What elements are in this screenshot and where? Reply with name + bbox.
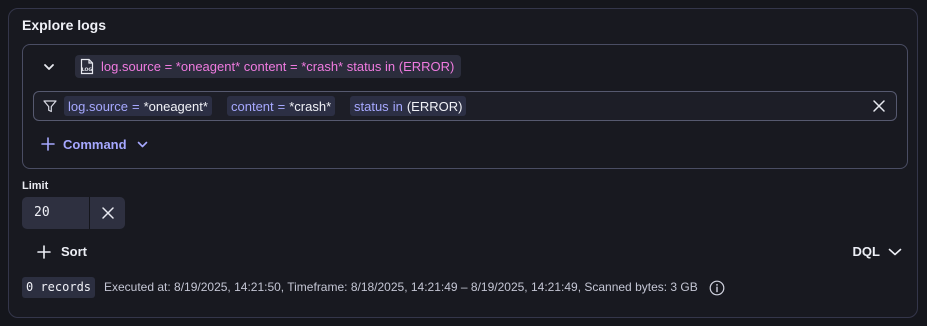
add-command-button[interactable]: Command <box>41 134 148 154</box>
add-sort-button[interactable]: Sort <box>37 244 87 259</box>
chevron-down-icon <box>137 141 148 148</box>
close-icon <box>101 206 115 220</box>
svg-text:LOG: LOG <box>82 67 93 73</box>
add-command-label: Command <box>63 136 127 152</box>
limit-label: Limit <box>22 180 49 192</box>
panel-title: Explore logs <box>22 17 107 33</box>
clear-filter-button[interactable] <box>871 98 887 114</box>
collapse-query-button[interactable] <box>39 58 59 76</box>
query-summary-text: log.source = *oneagent* content = *crash… <box>101 59 455 74</box>
filter-token-content[interactable]: content = *crash* <box>227 96 336 116</box>
log-file-icon: LOG <box>79 58 95 75</box>
query-builder: LOG log.source = *oneagent* content = *c… <box>22 44 908 169</box>
chevron-down-icon <box>888 248 902 256</box>
filter-bar[interactable]: log.source = *oneagent* content = *crash… <box>33 91 897 121</box>
plus-icon <box>41 137 55 151</box>
clear-limit-button[interactable] <box>89 197 125 229</box>
filter-token-log-source[interactable]: log.source = *oneagent* <box>64 96 212 116</box>
dql-mode-toggle[interactable]: DQL <box>853 244 902 259</box>
info-icon[interactable] <box>709 280 725 296</box>
chevron-down-icon <box>43 63 55 71</box>
execution-info: Executed at: 8/19/2025, 14:21:50, Timefr… <box>104 280 698 294</box>
filter-icon <box>42 98 58 114</box>
close-icon <box>871 98 887 114</box>
limit-input[interactable]: 20 <box>22 197 89 229</box>
sort-label: Sort <box>61 244 87 259</box>
filter-token-status[interactable]: status in (ERROR) <box>350 96 467 116</box>
dql-label: DQL <box>852 244 880 259</box>
query-summary-chip[interactable]: LOG log.source = *oneagent* content = *c… <box>75 55 462 78</box>
plus-icon <box>37 244 51 259</box>
records-count-badge: 0 records <box>22 277 96 298</box>
